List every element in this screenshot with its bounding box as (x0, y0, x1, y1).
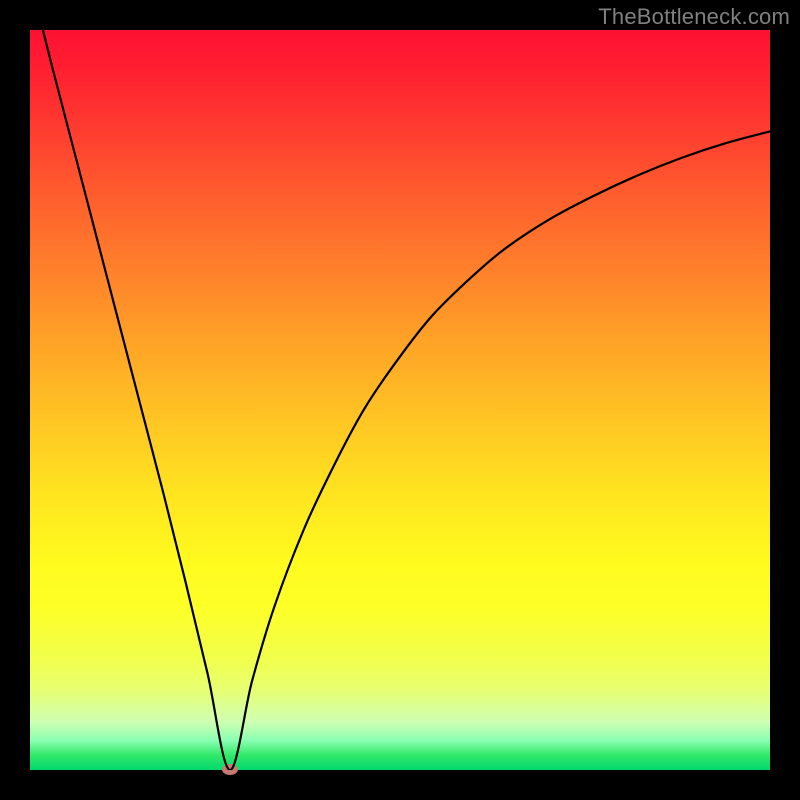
watermark-text: TheBottleneck.com (598, 4, 790, 30)
chart-frame: TheBottleneck.com (0, 0, 800, 800)
bottleneck-curve (30, 30, 770, 770)
